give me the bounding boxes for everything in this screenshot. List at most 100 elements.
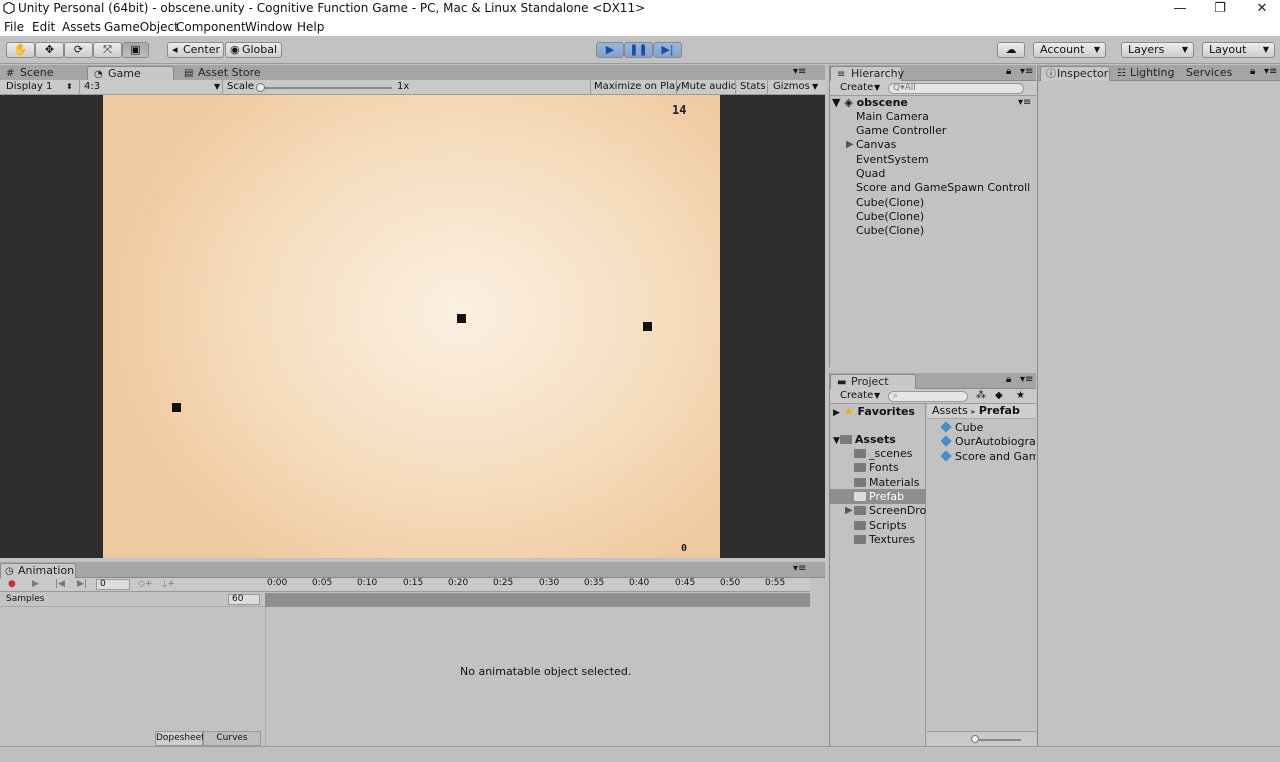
folder-item[interactable]: Textures [854,533,915,547]
prefab-file[interactable]: Cube [941,421,1036,435]
panel-menu-icon[interactable]: ▾≡ [793,66,806,77]
pivot-center-button[interactable]: ◂ Center [167,42,224,58]
favorite-star-icon[interactable]: ★ [1016,389,1025,403]
space-global-button[interactable]: ◉ Global [225,42,282,58]
hierarchy-item[interactable]: Canvas [856,138,896,152]
cube-target[interactable] [172,403,181,412]
rect-tool-button[interactable]: ▣ [122,42,149,58]
restore-icon[interactable]: ❐ [1203,0,1237,18]
add-event-icon[interactable]: ⍊+ [162,578,175,591]
rotate-tool-button[interactable]: ⟳ [64,42,93,58]
prefab-file[interactable]: Score and Gam [941,450,1036,464]
collapse-arrow-icon[interactable]: ▶ [845,505,853,516]
filter-label-icon[interactable]: ◆ [995,389,1003,403]
aspect-dropdown[interactable]: 4:3 [84,80,100,94]
scale-slider-handle[interactable] [256,83,265,92]
lock-icon[interactable]: 🔒︎ [1006,374,1011,385]
tab-inspector[interactable]: ⓘ Inspector [1040,66,1110,81]
favorites-row[interactable]: ▶ ★ Favorites [833,405,915,419]
folder-item[interactable]: Materials [854,476,919,490]
gizmos-dropdown[interactable]: Gizmos [773,80,810,94]
step-button[interactable]: ▶| [653,42,682,58]
hierarchy-search-input[interactable]: Q▾All [888,83,1024,94]
icon-size-slider-track[interactable] [975,739,1021,741]
scale-tool-button[interactable]: ⤧ [93,42,122,58]
hierarchy-item[interactable]: Score and GameSpawn Controll [856,181,1030,195]
hierarchy-item[interactable]: Main Camera [856,110,929,124]
menu-window[interactable]: Window [245,18,292,36]
prev-key-icon[interactable]: |◀ [55,578,65,591]
project-search-input[interactable]: ⌕ [888,391,968,402]
display-dropdown[interactable]: Display 1 [6,80,52,94]
game-canvas[interactable]: 14 0 [103,95,720,558]
add-keyframe-icon[interactable]: ◇+ [138,578,152,591]
menu-gameobject[interactable]: GameObject [104,18,179,36]
layers-dropdown[interactable]: Layers ▼ [1121,42,1194,58]
play-button[interactable]: ▶ [596,42,624,58]
menu-component[interactable]: Component [176,18,246,36]
assets-folder-row[interactable]: ▼ Assets [833,433,896,447]
breadcrumb-root[interactable]: Assets [932,404,968,417]
folder-item[interactable]: _scenes [854,447,913,461]
panel-menu-icon[interactable]: ▾≡ [1020,66,1033,77]
next-key-icon[interactable]: ▶| [77,578,87,591]
tab-services[interactable]: Services [1182,66,1236,81]
maximize-on-play-toggle[interactable]: Maximize on Play [594,80,681,94]
hierarchy-item[interactable]: Quad [856,167,885,181]
tab-asset-store[interactable]: ▤ Asset Store [178,66,265,81]
tab-curves[interactable]: Curves [203,731,261,746]
hierarchy-create-button[interactable]: Create [840,81,873,95]
lock-icon[interactable]: 🔒︎ [1250,66,1255,77]
project-create-button[interactable]: Create [840,389,873,403]
menu-help[interactable]: Help [297,18,324,36]
breadcrumb-current[interactable]: Prefab [979,404,1020,417]
hierarchy-item[interactable]: EventSystem [856,153,929,167]
move-tool-button[interactable]: ✥ [35,42,64,58]
cloud-button[interactable]: ☁ [997,42,1025,58]
mute-audio-toggle[interactable]: Mute audio [681,80,737,94]
lock-icon[interactable]: 🔒︎ [1006,66,1011,77]
game-view[interactable]: 14 0 [0,95,825,558]
account-dropdown[interactable]: Account ▼ [1033,42,1106,58]
filter-type-icon[interactable]: ⁂ [976,389,986,403]
cube-target[interactable] [457,314,466,323]
frame-input[interactable]: 0 [96,579,130,590]
menu-edit[interactable]: Edit [32,18,55,36]
hand-tool-button[interactable]: ✋ [6,42,35,58]
stats-toggle[interactable]: Stats [740,80,766,94]
tab-game[interactable]: ◔ Game [87,66,174,81]
minimize-icon[interactable]: — [1163,0,1197,18]
menu-file[interactable]: File [4,18,24,36]
cube-target[interactable] [643,322,652,331]
samples-input[interactable]: 60 [228,594,260,605]
close-icon[interactable]: ✕ [1245,0,1279,18]
layout-dropdown[interactable]: Layout ▼ [1202,42,1275,58]
play-icon[interactable]: ▶ [32,578,39,591]
scene-menu-icon[interactable]: ▾≡ [1018,96,1031,110]
panel-menu-icon[interactable]: ▾≡ [1264,66,1277,77]
prefab-file[interactable]: OurAutobiograp [941,435,1036,449]
tab-lighting[interactable]: ☷ Lighting [1114,66,1178,81]
folder-item[interactable]: Scripts [854,519,907,533]
menu-assets[interactable]: Assets [62,18,101,36]
folder-item-selected[interactable]: Prefab [854,490,904,504]
timeline-area[interactable]: No animatable object selected. [265,607,810,746]
folder-item[interactable]: Fonts [854,461,899,475]
tab-hierarchy[interactable]: ≡ Hierarchy [830,66,904,81]
panel-menu-icon[interactable]: ▾≡ [793,563,806,574]
expand-arrow-icon[interactable]: ▼ [833,436,840,446]
hierarchy-item[interactable]: Cube(Clone) [856,210,924,224]
pause-button[interactable]: ❚❚ [624,42,653,58]
collapse-arrow-icon[interactable]: ▶ [846,139,854,150]
tab-scene[interactable]: # Scene [0,66,58,81]
expand-arrow-icon[interactable]: ▼ [832,96,840,109]
collapse-arrow-icon[interactable]: ▶ [833,408,840,418]
timeline-ruler[interactable]: 0:00 0:05 0:10 0:15 0:20 0:25 0:30 0:35 … [265,578,810,592]
tab-dopesheet[interactable]: Dopesheet [155,731,205,746]
hierarchy-item[interactable]: Cube(Clone) [856,224,924,238]
folder-item[interactable]: ScreenDrop [854,504,926,518]
hierarchy-item[interactable]: Game Controller [856,124,946,138]
tab-project[interactable]: ▬ Project [830,374,916,389]
tab-animation[interactable]: ◷ Animation [0,563,76,578]
panel-menu-icon[interactable]: ▾≡ [1020,374,1033,385]
